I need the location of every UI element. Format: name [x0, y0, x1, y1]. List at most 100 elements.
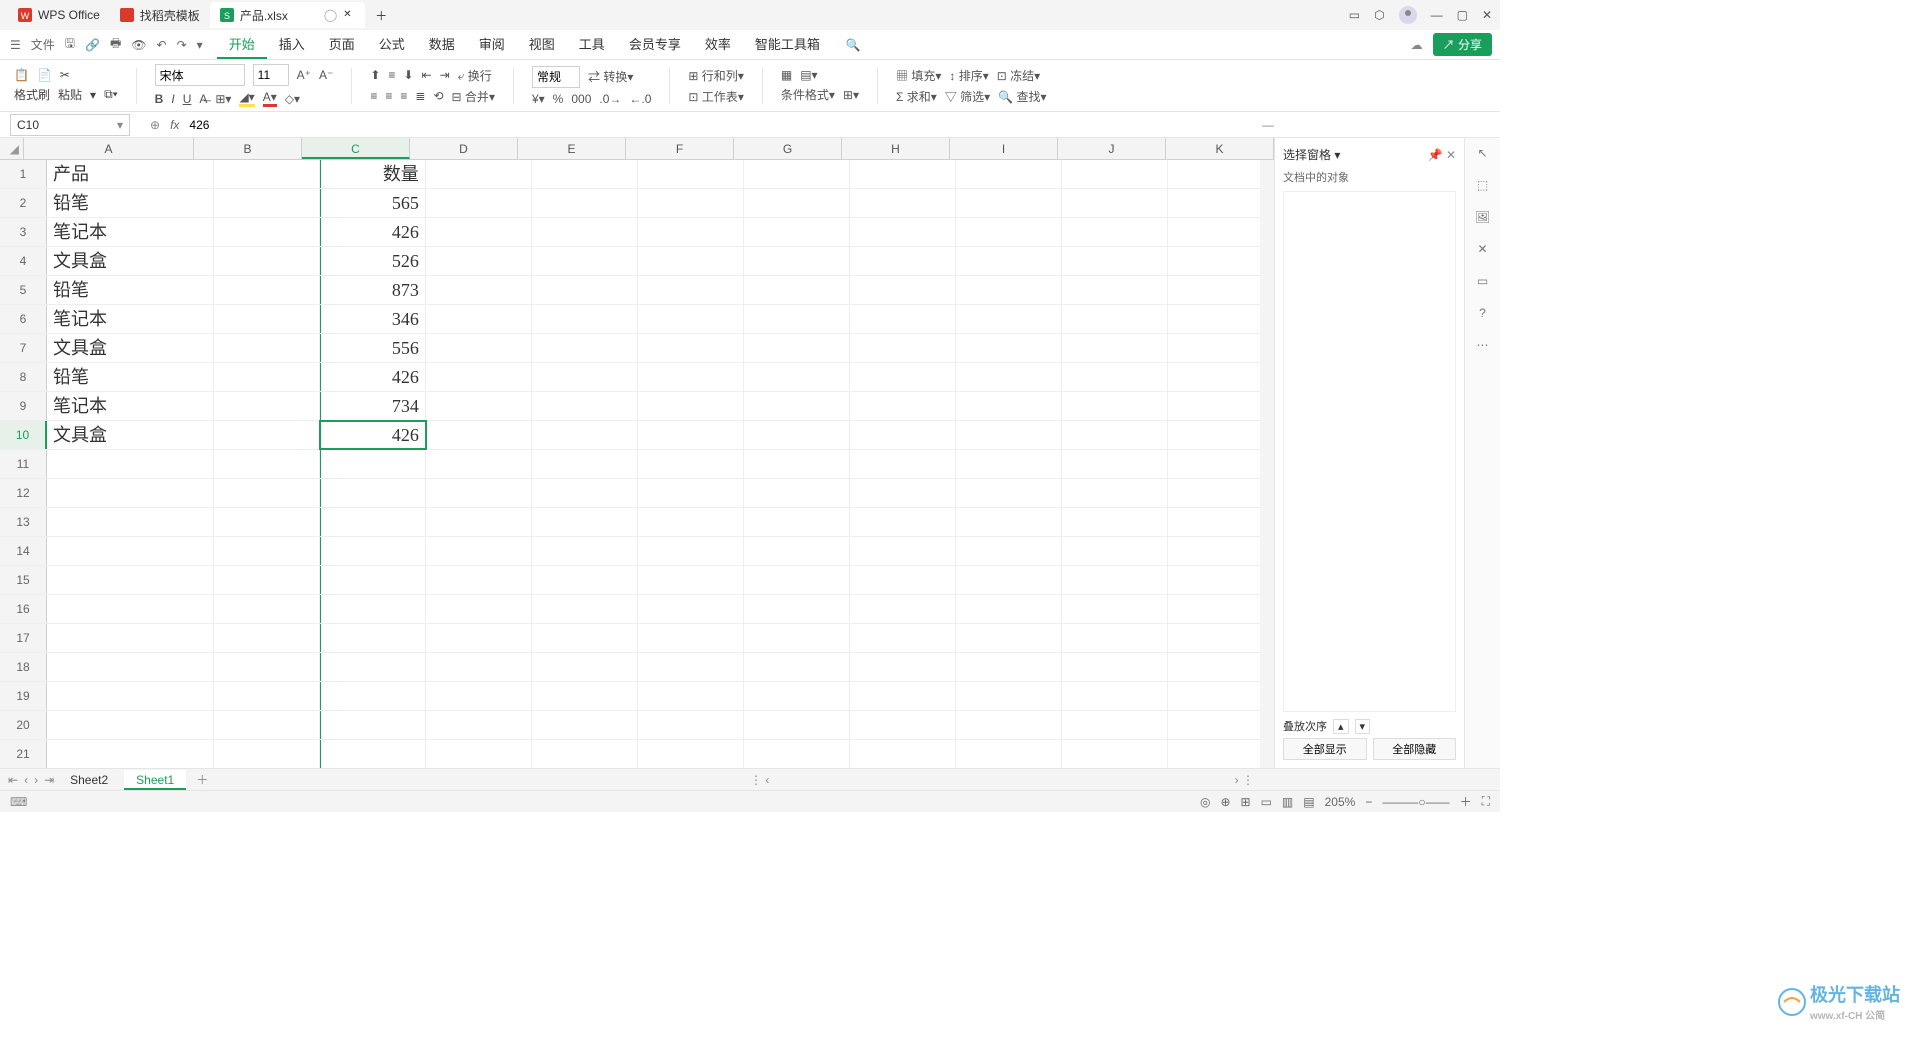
cell-K12[interactable] [1168, 479, 1274, 507]
cell-J11[interactable] [1062, 450, 1168, 478]
row-header[interactable]: 17 [0, 624, 47, 652]
cell-D9[interactable] [426, 392, 532, 420]
cell-G14[interactable] [744, 537, 850, 565]
sheet-tab-active[interactable]: Sheet1 [124, 770, 186, 790]
cell-E12[interactable] [532, 479, 638, 507]
row-header[interactable]: 19 [0, 682, 47, 710]
layout-icon[interactable]: ▭ [1477, 274, 1488, 288]
cell-C15[interactable] [320, 566, 426, 594]
find-button[interactable]: 🔍 查找▾ [998, 88, 1046, 105]
grid-view-icon[interactable]: ⊞ [1241, 795, 1251, 809]
dropdown-icon[interactable]: ▾ [197, 38, 203, 52]
cell-A16[interactable] [47, 595, 214, 623]
cell-F13[interactable] [638, 508, 744, 536]
menu-efficiency[interactable]: 效率 [693, 31, 743, 59]
page-view-icon[interactable]: ▥ [1282, 795, 1293, 809]
cell-G13[interactable] [744, 508, 850, 536]
panel-icon[interactable]: ▭ [1349, 8, 1360, 22]
cell-B1[interactable] [214, 160, 320, 188]
cell-F3[interactable] [638, 218, 744, 246]
minimize-icon[interactable]: — [1431, 8, 1443, 22]
cell-A21[interactable] [47, 740, 214, 768]
next-sheet-icon[interactable]: › [34, 773, 38, 787]
cell-D4[interactable] [426, 247, 532, 275]
cell-D12[interactable] [426, 479, 532, 507]
cell-K8[interactable] [1168, 363, 1274, 391]
cell-H4[interactable] [850, 247, 956, 275]
cell-G19[interactable] [744, 682, 850, 710]
cell-I1[interactable] [956, 160, 1062, 188]
cell-G6[interactable] [744, 305, 850, 333]
cell-A3[interactable]: 笔记本 [47, 218, 214, 246]
tab-file[interactable]: S 产品.xlsx ◯ ✕ [210, 2, 365, 28]
close-pane-icon[interactable]: ✕ [1446, 148, 1456, 162]
print-icon[interactable]: 🖶 [110, 34, 121, 55]
target-icon[interactable]: ⊕ [1220, 795, 1230, 809]
cut-icon[interactable]: ✂ [60, 68, 70, 82]
cell-H17[interactable] [850, 624, 956, 652]
cell-B19[interactable] [214, 682, 320, 710]
cell-G10[interactable] [744, 421, 850, 449]
align-top-icon[interactable]: ⬆ [370, 68, 380, 82]
cell-K21[interactable] [1168, 740, 1274, 768]
cell-F17[interactable] [638, 624, 744, 652]
cell-G16[interactable] [744, 595, 850, 623]
cell-G2[interactable] [744, 189, 850, 217]
row-header[interactable]: 3 [0, 218, 47, 246]
cell-C6[interactable]: 346 [320, 305, 426, 333]
cube-icon[interactable]: ⬡ [1374, 8, 1384, 22]
cell-B16[interactable] [214, 595, 320, 623]
pin-icon[interactable]: 📌 [1428, 148, 1443, 162]
cell-C13[interactable] [320, 508, 426, 536]
cell-C9[interactable]: 734 [320, 392, 426, 420]
align-bottom-icon[interactable]: ⬇ [403, 68, 413, 82]
dec-inc-icon[interactable]: .0→ [599, 92, 621, 106]
cell-J15[interactable] [1062, 566, 1168, 594]
cell-F12[interactable] [638, 479, 744, 507]
sort-button[interactable]: ↕ 排序▾ [949, 67, 988, 84]
cell-C18[interactable] [320, 653, 426, 681]
fill-color-button[interactable]: ◢▾ [239, 90, 254, 107]
dec-dec-icon[interactable]: ←.0 [629, 92, 651, 106]
hscroll-right-icon[interactable]: › ⋮ [1235, 773, 1254, 787]
hamburger-icon[interactable]: ☰ [10, 38, 21, 52]
align-left-icon[interactable]: ≡ [370, 89, 377, 103]
cell-A18[interactable] [47, 653, 214, 681]
col-header-B[interactable]: B [194, 138, 302, 159]
row-header[interactable]: 4 [0, 247, 47, 275]
cell-H16[interactable] [850, 595, 956, 623]
cell-D20[interactable] [426, 711, 532, 739]
cell-K16[interactable] [1168, 595, 1274, 623]
tab-wps-office[interactable]: W WPS Office [8, 2, 110, 28]
move-down-icon[interactable]: ▾ [1355, 719, 1371, 734]
cell-G15[interactable] [744, 566, 850, 594]
row-header[interactable]: 21 [0, 740, 47, 768]
file-menu[interactable]: 文件 [31, 36, 55, 53]
image-icon[interactable]: 🖼 [1475, 210, 1490, 224]
convert-button[interactable]: ⇄ 转换▾ [588, 68, 633, 85]
filter-button[interactable]: ▽ 筛选▾ [945, 88, 990, 105]
cell-A1[interactable]: 产品 [47, 160, 214, 188]
cell-F2[interactable] [638, 189, 744, 217]
cell-C5[interactable]: 873 [320, 276, 426, 304]
format-painter-label[interactable]: 格式刷 [14, 86, 50, 103]
cell-E7[interactable] [532, 334, 638, 362]
cell-E2[interactable] [532, 189, 638, 217]
menu-formula[interactable]: 公式 [367, 31, 417, 59]
search-icon[interactable]: 🔍 [846, 38, 861, 52]
cell-K15[interactable] [1168, 566, 1274, 594]
cell-D7[interactable] [426, 334, 532, 362]
row-header[interactable]: 14 [0, 537, 47, 565]
cell-A9[interactable]: 笔记本 [47, 392, 214, 420]
cloud-icon[interactable]: ☁ [1411, 38, 1423, 52]
cell-H21[interactable] [850, 740, 956, 768]
cell-G7[interactable] [744, 334, 850, 362]
cell-B20[interactable] [214, 711, 320, 739]
prev-sheet-icon[interactable]: ‹ [24, 773, 28, 787]
cell-I2[interactable] [956, 189, 1062, 217]
row-header[interactable]: 13 [0, 508, 47, 536]
cell-I14[interactable] [956, 537, 1062, 565]
menu-page[interactable]: 页面 [317, 31, 367, 59]
cell-C12[interactable] [320, 479, 426, 507]
align-right-icon[interactable]: ≡ [400, 89, 407, 103]
